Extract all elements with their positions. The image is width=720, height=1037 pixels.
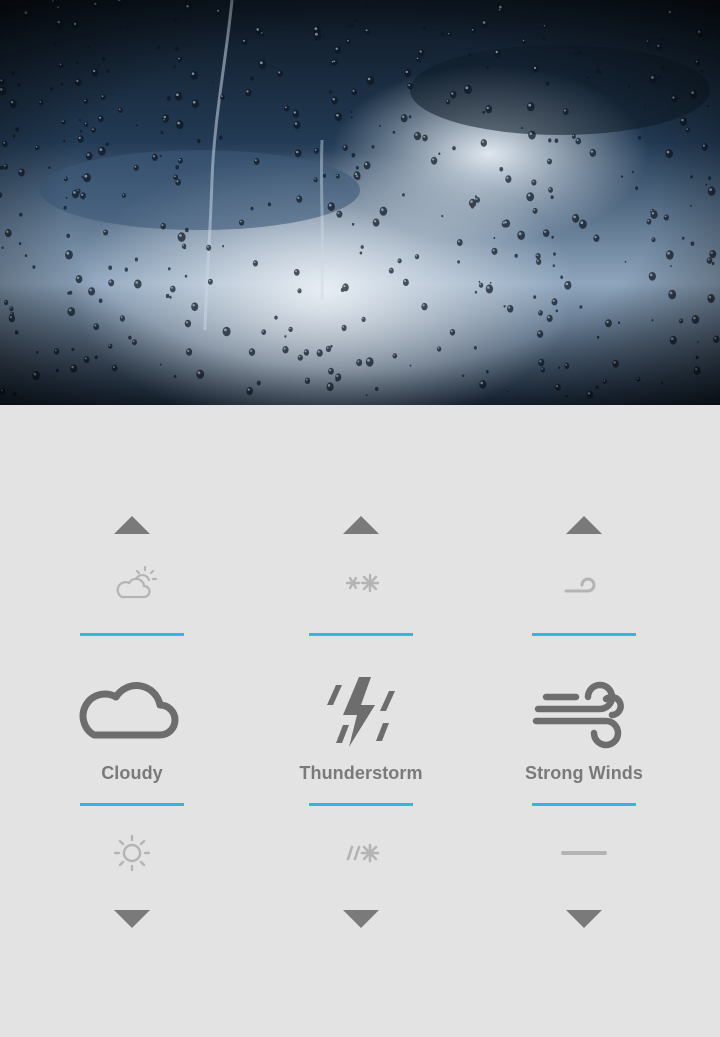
picker-column-thunderstorm: Thunderstorm [281,405,441,1037]
decrement-arrow-down[interactable] [52,899,212,939]
selection-divider-bottom [532,803,636,806]
selection-divider-bottom [80,803,184,806]
current-weather-label: Cloudy [101,763,163,783]
partly-sunny-icon[interactable] [92,563,172,603]
selection-divider-top [80,633,184,636]
snow-icon[interactable] [321,563,401,603]
selection-divider-top [532,633,636,636]
selection-divider-bottom [309,803,413,806]
sun-icon[interactable] [92,833,172,873]
current-weather-label: Strong Winds [524,763,644,783]
rain-on-window-photo [0,0,720,405]
picker-column-cloudy: Cloudy [52,405,212,1037]
fog-line-icon[interactable] [544,833,624,873]
increment-arrow-up[interactable] [504,505,664,545]
picker-column-strong-winds: Strong Winds [504,405,664,1037]
breeze-icon[interactable] [544,563,624,603]
selection-divider-top [309,633,413,636]
current-weather-label: Thunderstorm [299,763,423,783]
strong-wind-icon[interactable] [524,675,644,755]
weather-picker: Cloudy Thunderstorm Strong Winds [0,405,720,1037]
thunderstorm-icon[interactable] [301,675,421,755]
decrement-arrow-down[interactable] [504,899,664,939]
increment-arrow-up[interactable] [281,505,441,545]
cloud-icon[interactable] [72,675,192,755]
increment-arrow-up[interactable] [52,505,212,545]
decrement-arrow-down[interactable] [281,899,441,939]
sleet-icon[interactable] [321,833,401,873]
